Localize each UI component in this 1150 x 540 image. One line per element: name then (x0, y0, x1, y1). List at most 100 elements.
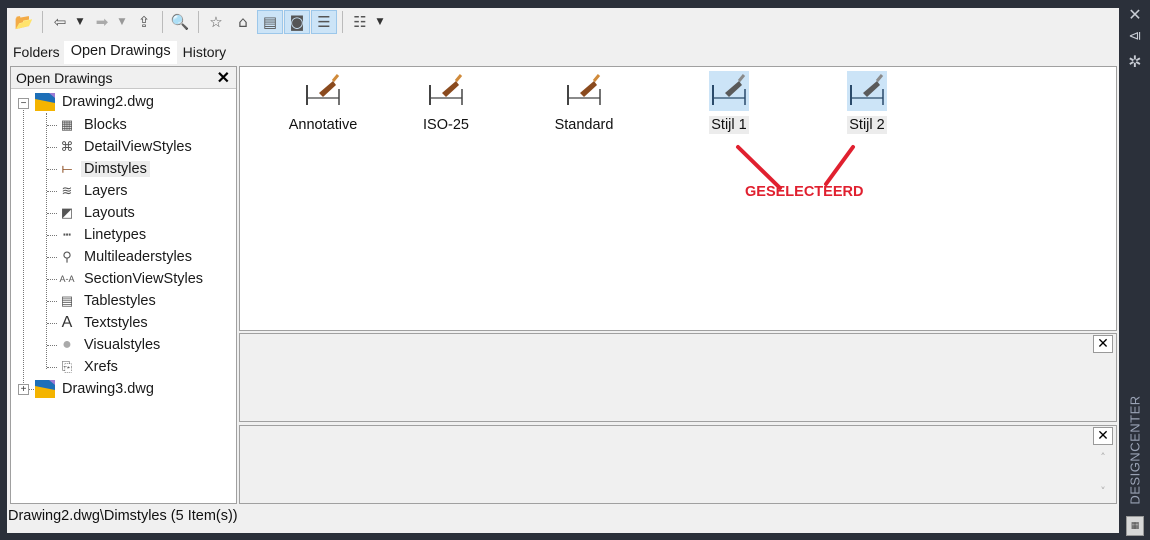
tree-node-tablestyles[interactable]: ▤ Tablestyles (57, 290, 159, 312)
designcenter-window: 📂 ⇦ ▼ ➡ ▼ ⇪ 🔍 ☆ ⌂ ▤ ◙ ☰ ☷ ▼ Folders Open… (0, 0, 1150, 540)
dwg-file-icon (35, 92, 55, 112)
tree-line (47, 169, 57, 170)
tree-pane-header: Open Drawings ✕ (11, 67, 236, 89)
tree-node-label: Drawing2.dwg (62, 94, 154, 110)
toolbar: 📂 ⇦ ▼ ➡ ▼ ⇪ 🔍 ☆ ⌂ ▤ ◙ ☰ ☷ ▼ (7, 8, 1119, 36)
tree-node-blocks[interactable]: ▦ Blocks (57, 114, 130, 136)
layouts-icon: ◩ (60, 205, 74, 220)
visualstyles-icon: ● (62, 336, 72, 353)
xrefs-icon: ⎘ (61, 359, 73, 374)
forward-button[interactable]: ➡ (89, 10, 115, 34)
tree-node-label: Dimstyles (81, 161, 150, 177)
close-description-button[interactable]: ✕ (1093, 427, 1113, 445)
tree-node-sectionviewstyles[interactable]: A-A SectionViewStyles (57, 268, 206, 290)
tablestyles-icon: ▤ (60, 293, 74, 308)
properties-icon[interactable]: ✲ (1120, 52, 1150, 71)
tree-line (46, 113, 47, 369)
tree-line (47, 257, 57, 258)
annotation-lines (736, 145, 855, 190)
collapse-toggle[interactable]: − (18, 98, 29, 109)
status-bar: Drawing2.dwg\Dimstyles (5 Item(s)) (8, 508, 238, 524)
tree-line (47, 279, 57, 280)
up-button[interactable]: ⇪ (131, 10, 157, 34)
section-view-styles-icon: A-A (59, 274, 75, 284)
blocks-icon: ▦ (60, 117, 74, 132)
auto-hide-icon[interactable]: ⧏ (1120, 29, 1150, 44)
textstyles-icon: A (61, 314, 73, 331)
tree-line (47, 213, 57, 214)
home-icon: ⌂ (238, 13, 248, 31)
favorites-button[interactable]: ☆ (203, 10, 229, 34)
tree-pane-title: Open Drawings (16, 70, 113, 86)
palette-titlebar[interactable]: ✕ ⧏ ✲ DESIGNCENTER ▦ (1120, 0, 1150, 540)
search-button[interactable]: 🔍 (167, 10, 193, 34)
tree-line (47, 345, 57, 346)
toolbar-separator (342, 11, 343, 33)
close-icon[interactable]: ✕ (217, 68, 230, 88)
tree-line (47, 301, 57, 302)
views-button[interactable]: ☷ (347, 10, 373, 34)
load-button[interactable]: 📂 (11, 10, 37, 34)
tree-line (47, 367, 57, 368)
tree-node-layers[interactable]: ≋ Layers (57, 180, 131, 202)
tree-node-textstyles[interactable]: A Textstyles (57, 312, 151, 334)
forward-arrow-icon: ➡ (95, 13, 109, 31)
tree-node-drawing3[interactable]: Drawing3.dwg (35, 378, 157, 400)
tree-node-layouts[interactable]: ◩ Layouts (57, 202, 138, 224)
annotation-line-right (824, 145, 855, 186)
tree-line (47, 235, 57, 236)
scroll-down-icon[interactable]: ˅ (1100, 485, 1106, 498)
detail-view-styles-icon: ⌘ (60, 139, 74, 154)
tree-line (47, 323, 57, 324)
tree-node-label: SectionViewStyles (84, 271, 204, 287)
forward-dropdown[interactable]: ▼ (116, 17, 128, 27)
tree-line (23, 103, 24, 389)
tree-node-xrefs[interactable]: ⎘ Xrefs (57, 356, 121, 378)
dimstyles-icon: ⟝ (61, 161, 73, 176)
tree-line (47, 191, 57, 192)
tree-node-multileaderstyles[interactable]: ⚲ Multileaderstyles (57, 246, 195, 268)
scroll-up-icon[interactable]: ˄ (1100, 451, 1106, 464)
tree-node-label: Textstyles (84, 315, 148, 331)
tree-view-icon: ▤ (262, 13, 278, 31)
tree-node-label: Linetypes (84, 227, 147, 243)
close-icon[interactable]: ✕ (1120, 5, 1150, 24)
views-icon: ☷ (353, 13, 367, 31)
views-dropdown[interactable]: ▼ (374, 17, 386, 27)
toolbar-separator (42, 11, 43, 33)
tree-node-label: Layers (84, 183, 128, 199)
tree-node-label: DetailViewStyles (84, 139, 192, 155)
tree-node-visualstyles[interactable]: ● Visualstyles (57, 334, 163, 356)
dwg-file-icon (35, 379, 55, 399)
tree-node-label: Tablestyles (84, 293, 156, 309)
tree-node-dimstyles[interactable]: ⟝ Dimstyles (57, 158, 150, 180)
palette-title: DESIGNCENTER (1127, 395, 1143, 505)
tree-node-drawing2[interactable]: Drawing2.dwg (35, 91, 157, 113)
preview-toggle[interactable]: ◙ (284, 10, 310, 34)
selected-annotation: GESELECTEERD (745, 184, 864, 200)
multileaderstyles-icon: ⚲ (62, 249, 72, 264)
back-dropdown[interactable]: ▼ (74, 17, 86, 27)
description-toggle[interactable]: ☰ (311, 10, 337, 34)
tree-line (47, 125, 57, 126)
description-scrollbar[interactable]: ˄ ˅ (1093, 447, 1113, 502)
layers-icon: ≋ (61, 183, 73, 198)
tab-history[interactable]: History (177, 41, 231, 64)
tab-open-drawings[interactable]: Open Drawings (63, 41, 177, 64)
tree-line (47, 147, 57, 148)
tree-node-label: Layouts (84, 205, 135, 221)
tree-node-detailviewstyles[interactable]: ⌘ DetailViewStyles (57, 136, 195, 158)
tab-folders[interactable]: Folders (7, 41, 64, 64)
tree-view-toggle[interactable]: ▤ (257, 10, 283, 34)
tree-pane: Open Drawings ✕ − Drawing2.dwg ▦ Blocks (10, 66, 237, 504)
description-icon: ☰ (317, 13, 331, 31)
content-area: Annotative ISO-25 Standard Stijl 1 Stijl… (239, 66, 1117, 331)
back-button[interactable]: ⇦ (47, 10, 73, 34)
tree-node-linetypes[interactable]: ┅ Linetypes (57, 224, 149, 246)
expand-toggle[interactable]: + (18, 384, 29, 395)
palette-grip-icon[interactable]: ▦ (1126, 516, 1144, 536)
home-button[interactable]: ⌂ (230, 10, 256, 34)
close-preview-button[interactable]: ✕ (1093, 335, 1113, 353)
preview-pane: ✕ (239, 333, 1117, 422)
tree-node-label: Drawing3.dwg (62, 381, 154, 397)
